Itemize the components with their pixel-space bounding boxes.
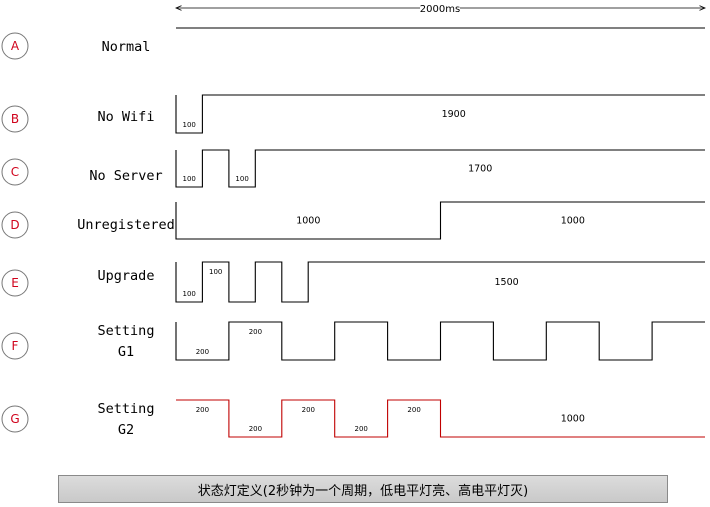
segment-duration-label: 100 [183, 290, 196, 298]
caption-text: 状态灯定义(2秒钟为一个周期，低电平灯亮、高电平灯灭) [197, 483, 529, 499]
segment-duration-label: 100 [235, 175, 248, 183]
segment-duration-label: 1700 [468, 164, 492, 175]
row-badge-letter: D [10, 218, 19, 232]
segment-duration-label: 1900 [442, 109, 466, 120]
signal-row-b: B No Wifi 100 1900 [1, 94, 705, 134]
row-label: Normal [102, 39, 151, 55]
period-label: 2000ms [420, 4, 460, 15]
segment-duration-label: 200 [249, 425, 262, 433]
row-badge-letter: B [11, 112, 19, 126]
segment-duration-label: 1500 [495, 277, 519, 288]
row-badge-letter: C [11, 165, 19, 179]
waveform [175, 149, 705, 188]
row-label: Unregistered [77, 217, 175, 233]
row-label: No Wifi [98, 109, 155, 125]
signal-row-g: G Setting G2 200 200 200 200 200 1000 [1, 399, 705, 438]
row-label: Upgrade [98, 268, 155, 284]
segment-duration-label: 1000 [296, 216, 320, 227]
signal-rows: A Normal B No Wifi 100 1900 C No Server 100 100 17… [1, 27, 705, 438]
timing-diagram: 2000ms A Normal B No Wifi 100 1900 C No Server 1… [1, 2, 710, 438]
row-badge-letter: E [11, 276, 19, 290]
segment-duration-label: 200 [196, 406, 209, 414]
signal-row-a: A Normal [1, 27, 705, 60]
waveform [175, 201, 705, 240]
row-label: G2 [118, 422, 134, 438]
row-label: G1 [118, 344, 134, 360]
waveform [175, 261, 705, 303]
segment-duration-label: 200 [196, 348, 209, 356]
segment-duration-label: 200 [249, 328, 262, 336]
segment-duration-label: 200 [407, 406, 420, 414]
segment-duration-label: 200 [302, 406, 315, 414]
signal-row-d: D Unregistered 1000 1000 [1, 201, 705, 240]
segment-duration-label: 100 [209, 268, 222, 276]
row-badge-letter: G [10, 412, 19, 426]
segment-duration-label: 1000 [561, 216, 585, 227]
row-label: Setting [98, 401, 155, 417]
row-label: No Server [89, 168, 162, 184]
signal-row-f: F Setting G1 200 200 [1, 321, 705, 361]
signal-row-c: C No Server 100 100 1700 [1, 149, 705, 188]
row-badge-letter: A [11, 39, 20, 53]
period-indicator: 2000ms [176, 2, 705, 15]
signal-row-e: E Upgrade 100 100 1500 [1, 261, 705, 303]
row-badge-letter: F [12, 339, 19, 353]
caption-box: 状态灯定义(2秒钟为一个周期，低电平灯亮、高电平灯灭) [58, 475, 668, 503]
row-label: Setting [98, 323, 155, 339]
segment-duration-label: 100 [183, 175, 196, 183]
segment-duration-label: 1000 [561, 414, 585, 425]
segment-duration-label: 200 [355, 425, 368, 433]
waveform [175, 94, 705, 134]
segment-duration-label: 100 [183, 121, 196, 129]
